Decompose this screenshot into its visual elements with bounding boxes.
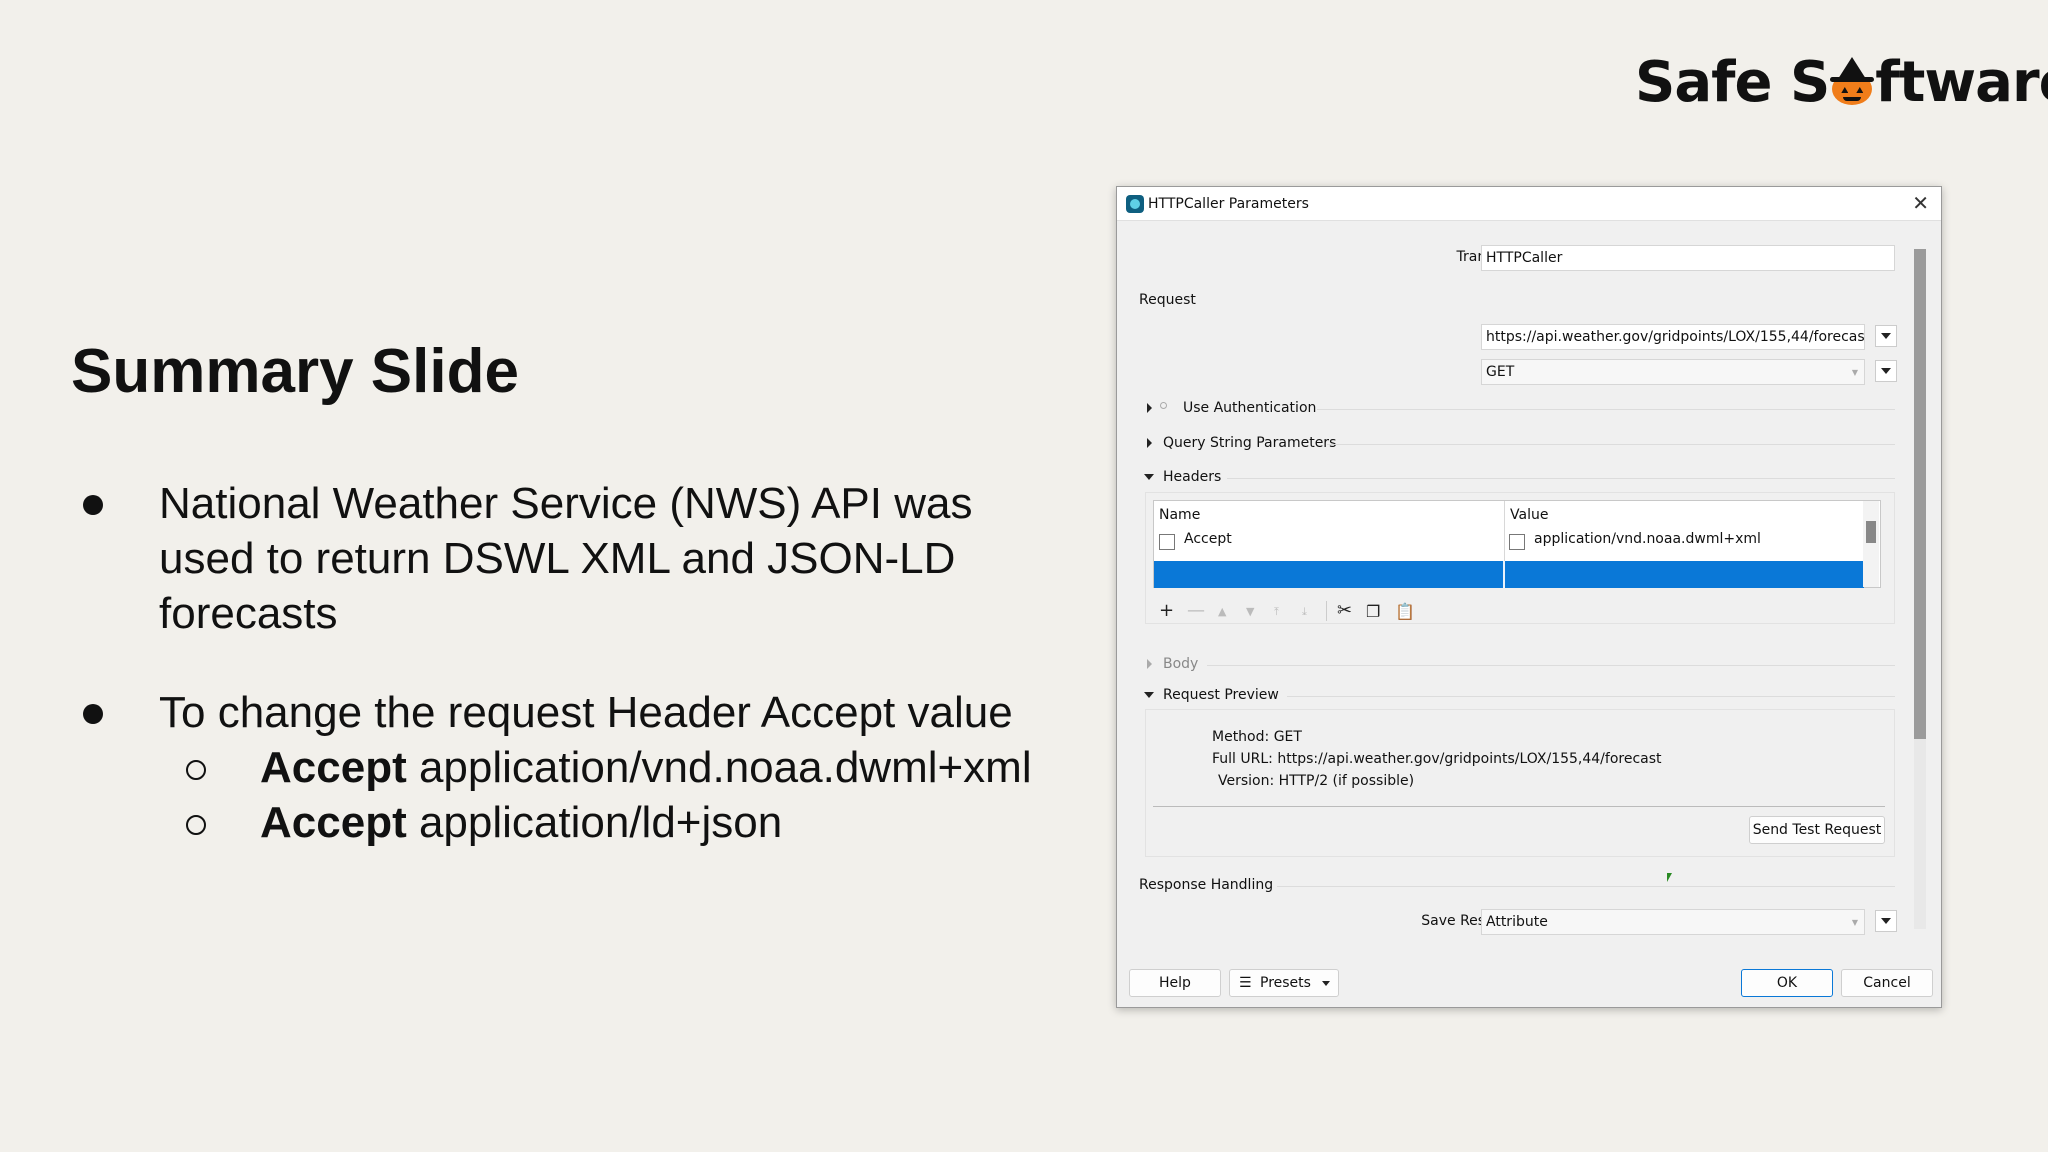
copy-icon[interactable]: ❐ [1366, 602, 1380, 621]
ok-button[interactable]: OK [1741, 969, 1833, 997]
scrollbar-thumb[interactable] [1914, 249, 1926, 739]
safe-software-logo: Safe S ftware [1635, 50, 2048, 115]
headers-section[interactable]: Headers [1163, 469, 1221, 485]
request-url-menu-button[interactable] [1875, 325, 1897, 347]
bullet-line: forecasts [159, 589, 338, 638]
expand-icon[interactable] [1147, 659, 1152, 669]
request-section-label: Request [1139, 292, 1196, 308]
body-section[interactable]: Body [1163, 656, 1198, 672]
sub-bullet-key: Accept [260, 743, 407, 792]
bullet-dot-icon [83, 704, 103, 724]
send-test-request-button[interactable]: Send Test Request [1749, 816, 1885, 844]
divider [1207, 665, 1895, 666]
move-top-icon[interactable]: ⤒ [1274, 605, 1279, 619]
sub-bullet-key: Accept [260, 798, 407, 847]
table-scrollbar-thumb[interactable] [1866, 521, 1876, 543]
bullet-line: National Weather Service (NWS) API was [159, 479, 973, 528]
selected-empty-row[interactable] [1154, 561, 1864, 588]
bullet-list: National Weather Service (NWS) API was u… [80, 476, 1080, 850]
move-up-icon[interactable]: ▲ [1218, 605, 1226, 618]
expand-icon[interactable] [1147, 403, 1152, 413]
headers-table[interactable]: Name Value Accept application/vnd.noaa.d… [1153, 500, 1881, 588]
table-scrollbar[interactable] [1863, 501, 1879, 587]
request-url-input[interactable]: https://api.weather.gov/gridpoints/LOX/1… [1481, 324, 1865, 350]
divider [1287, 696, 1895, 697]
response-handling-section: Response Handling [1139, 877, 1274, 893]
header-name-cell[interactable]: Accept [1184, 531, 1232, 547]
divider [1317, 409, 1895, 410]
dialog-scrollbar[interactable] [1914, 249, 1926, 929]
divider [1277, 886, 1895, 887]
presets-button[interactable]: ☰ Presets [1229, 969, 1339, 997]
mouse-cursor-icon [1667, 873, 1672, 882]
expand-icon[interactable] [1147, 438, 1152, 448]
pumpkin-icon [1830, 57, 1875, 105]
chevron-down-icon: ▼ [1851, 368, 1858, 377]
divider [1327, 444, 1895, 445]
sub-bullet: Accept application/ld+json [80, 795, 1080, 850]
sub-bullet: Accept application/vnd.noaa.dwml+xml [80, 740, 1080, 795]
move-bottom-icon[interactable]: ⤓ [1302, 605, 1307, 619]
column-header-value[interactable]: Value [1510, 507, 1548, 523]
paste-icon[interactable]: 📋 [1395, 602, 1415, 621]
preview-method: Method: GET [1212, 729, 1302, 745]
cancel-button[interactable]: Cancel [1841, 969, 1933, 997]
logo-text-end: ftware [1875, 50, 2048, 115]
sub-bullet-value: application/vnd.noaa.dwml+xml [406, 743, 1032, 792]
save-response-value: Attribute [1486, 914, 1548, 930]
row-checkbox[interactable] [1509, 534, 1525, 550]
sub-bullet-ring-icon [186, 815, 206, 835]
collapse-icon[interactable] [1144, 474, 1154, 480]
query-string-section[interactable]: Query String Parameters [1163, 435, 1336, 451]
radio-icon [1160, 402, 1167, 409]
presets-label: Presets [1260, 975, 1311, 991]
http-method-menu-button[interactable] [1875, 360, 1897, 382]
bullet-line: used to return DSWL XML and JSON-LD [159, 534, 956, 583]
column-header-name[interactable]: Name [1159, 507, 1200, 523]
chevron-down-icon [1322, 981, 1330, 986]
save-response-menu-button[interactable] [1875, 910, 1897, 932]
bullet-dot-icon [83, 495, 103, 515]
header-value-cell[interactable]: application/vnd.noaa.dwml+xml [1534, 531, 1761, 547]
cut-icon[interactable]: ✂ [1337, 600, 1352, 621]
move-down-icon[interactable]: ▼ [1246, 605, 1254, 618]
remove-row-icon[interactable]: — [1187, 600, 1205, 621]
transformer-name-input[interactable]: HTTPCaller [1481, 245, 1895, 271]
dialog-titlebar: HTTPCaller Parameters ✕ [1117, 187, 1941, 221]
bullet-item: To change the request Header Accept valu… [80, 685, 1080, 850]
use-authentication-section[interactable]: Use Authentication [1183, 400, 1316, 416]
add-row-icon[interactable]: + [1159, 600, 1174, 621]
bullet-item: National Weather Service (NWS) API was u… [80, 476, 1080, 641]
sub-bullet-value: application/ld+json [406, 798, 783, 847]
logo-text-start: Safe S [1635, 50, 1830, 115]
chevron-down-icon: ▼ [1851, 918, 1858, 927]
http-method-select[interactable]: GET ▼ [1481, 359, 1865, 385]
row-checkbox[interactable] [1159, 534, 1175, 550]
toolbar-divider [1326, 601, 1327, 621]
sliders-icon: ☰ [1239, 975, 1252, 991]
collapse-icon[interactable] [1144, 692, 1154, 698]
httpcaller-dialog: HTTPCaller Parameters ✕ Transformer Name… [1116, 186, 1942, 1008]
preview-version: Version: HTTP/2 (if possible) [1218, 773, 1415, 789]
sub-bullet-ring-icon [186, 760, 206, 780]
help-button[interactable]: Help [1129, 969, 1221, 997]
bullet-line: To change the request Header Accept valu… [159, 688, 1013, 737]
preview-url: Full URL: https://api.weather.gov/gridpo… [1212, 751, 1662, 767]
divider [1153, 806, 1885, 807]
close-icon[interactable]: ✕ [1912, 191, 1929, 215]
request-preview-section[interactable]: Request Preview [1163, 687, 1279, 703]
save-response-select[interactable]: Attribute ▼ [1481, 909, 1865, 935]
http-method-value: GET [1486, 364, 1515, 380]
fme-app-icon [1126, 195, 1144, 213]
divider [1227, 478, 1895, 479]
slide-title: Summary Slide [71, 337, 519, 406]
dialog-title: HTTPCaller Parameters [1148, 196, 1309, 212]
